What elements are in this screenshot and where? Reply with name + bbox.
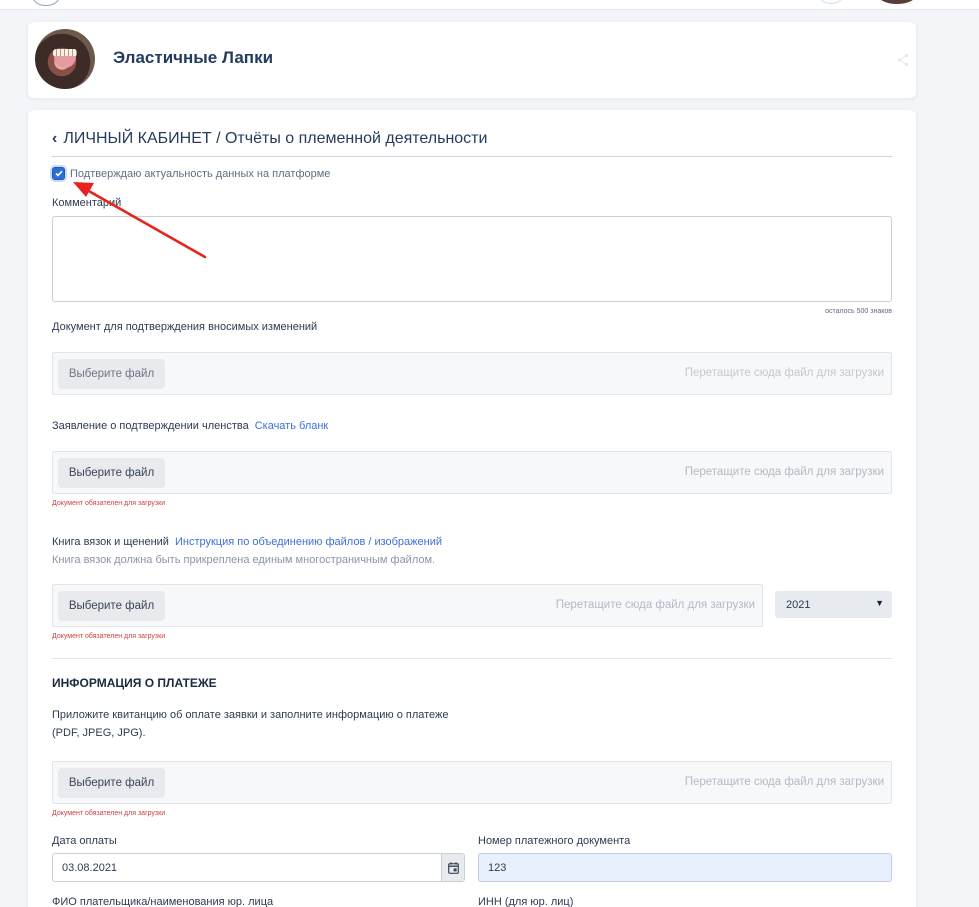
payment-description: Приложите квитанцию об оплате заявки и з… xyxy=(52,706,449,742)
comment-label: Комментарий xyxy=(52,197,122,209)
user-avatar[interactable] xyxy=(878,0,916,4)
dropdown-arrow-icon: ▼ xyxy=(875,598,884,608)
site-logo[interactable] xyxy=(32,0,60,6)
calendar-glyph xyxy=(447,861,459,874)
payment-section-title: ИНФОРМАЦИЯ О ПЛАТЕЖЕ xyxy=(52,676,217,690)
receipt-drop-text: Перетащите сюда файл для загрузки xyxy=(684,776,884,788)
payment-doc-number-input[interactable]: 123 xyxy=(478,853,892,882)
payment-description-line2: (PDF, JPEG, JPG). xyxy=(52,727,146,739)
doc-changes-label: Документ для подтверждения вносимых изме… xyxy=(52,321,318,333)
report-form-card: ‹ ЛИЧНЫЙ КАБИНЕТ / Отчёты о племенной дея… xyxy=(28,110,916,907)
back-chevron-icon[interactable]: ‹ xyxy=(52,130,57,147)
confirm-data-row: Подтверждаю актуальность данных на платф… xyxy=(52,167,330,180)
confirm-data-label: Подтверждаю актуальность данных на платф… xyxy=(70,167,331,180)
mating-book-error: Документ обязателен для загрузки xyxy=(52,633,166,640)
checkmark-icon xyxy=(54,170,63,177)
confirm-data-checkbox[interactable] xyxy=(52,167,65,180)
receipt-file-button[interactable]: Выберите файл xyxy=(58,768,165,798)
notifications-icon[interactable] xyxy=(818,0,844,4)
mating-book-file-button[interactable]: Выберите файл xyxy=(58,591,165,621)
membership-error: Документ обязателен для загрузки xyxy=(52,500,166,507)
membership-label-row: Заявление о подтверждении членства Скачат… xyxy=(52,420,328,432)
download-form-link[interactable]: Скачать бланк xyxy=(255,420,329,432)
year-select-value: 2021 xyxy=(786,599,811,611)
payment-doc-number-label: Номер платежного документа xyxy=(478,835,631,847)
mating-book-label-row: Книга вязок и щенений Инструкция по объед… xyxy=(52,536,442,548)
calendar-icon[interactable] xyxy=(441,854,464,881)
payment-description-line1: Приложите квитанцию об оплате заявки и з… xyxy=(52,709,449,721)
year-select[interactable]: 2021 ▼ xyxy=(775,591,892,618)
top-navbar xyxy=(0,0,979,10)
payment-date-label: Дата оплаты xyxy=(52,835,117,847)
kennel-avatar xyxy=(35,29,95,89)
mating-book-drop-text: Перетащите сюда файл для загрузки xyxy=(555,599,755,611)
share-icon[interactable] xyxy=(897,53,909,67)
payment-date-value: 03.08.2021 xyxy=(62,862,118,874)
mating-book-label: Книга вязок и щенений xyxy=(52,536,169,548)
doc-changes-file-button[interactable]: Выберите файл xyxy=(58,359,165,389)
kennel-header-card: Эластичные Лапки xyxy=(28,22,916,98)
payment-date-input[interactable]: 03.08.2021 xyxy=(52,853,465,882)
membership-label: Заявление о подтверждении членства xyxy=(52,420,249,432)
comment-textarea[interactable] xyxy=(52,216,892,302)
inn-label: ИНН (для юр. лиц) xyxy=(478,896,574,907)
doc-changes-dropzone[interactable]: Выберите файл Перетащите сюда файл для з… xyxy=(52,352,892,395)
receipt-dropzone[interactable]: Выберите файл Перетащите сюда файл для з… xyxy=(52,761,892,804)
membership-file-button[interactable]: Выберите файл xyxy=(58,458,165,488)
membership-dropzone[interactable]: Выберите файл Перетащите сюда файл для з… xyxy=(52,451,892,494)
page-title: ‹ ЛИЧНЫЙ КАБИНЕТ / Отчёты о племенной дея… xyxy=(52,130,892,157)
kennel-name: Эластичные Лапки xyxy=(113,48,274,67)
avatar-tongue xyxy=(54,56,76,68)
mating-book-dropzone[interactable]: Выберите файл Перетащите сюда файл для з… xyxy=(52,584,763,627)
page-title-text: ЛИЧНЫЙ КАБИНЕТ / Отчёты о племенной деят… xyxy=(63,130,488,147)
receipt-error: Документ обязателен для загрузки xyxy=(52,810,166,817)
doc-changes-drop-text: Перетащите сюда файл для загрузки xyxy=(684,367,884,379)
mating-book-hint: Книга вязок должна быть прикреплена един… xyxy=(52,554,436,566)
merge-files-instruction-link[interactable]: Инструкция по объединению файлов / изобр… xyxy=(175,536,442,548)
section-divider xyxy=(52,658,892,659)
membership-drop-text: Перетащите сюда файл для загрузки xyxy=(684,466,884,478)
comment-char-counter: осталось 500 знаков xyxy=(825,308,892,315)
payer-name-label: ФИО плательщика/наименования юр. лица xyxy=(52,896,274,907)
